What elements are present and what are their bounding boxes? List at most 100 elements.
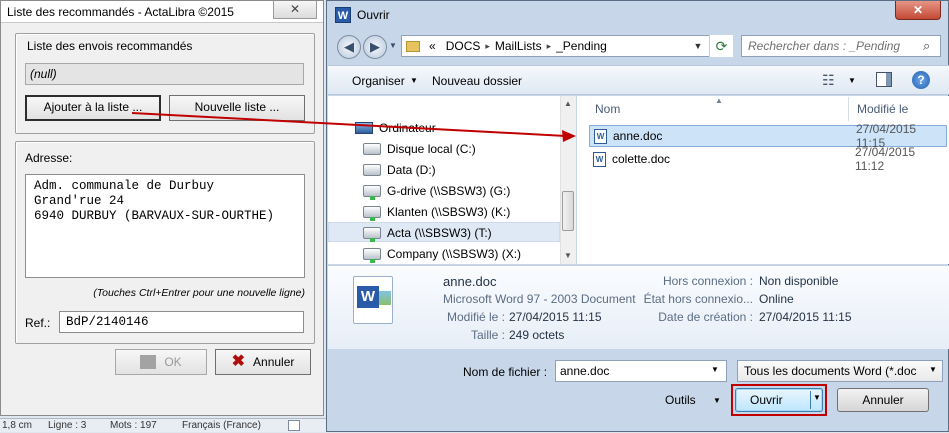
preview-pane-bar [886,73,891,86]
file-name: colette.doc [612,152,671,166]
back-arrow-icon[interactable]: ◀ [337,35,361,59]
nav-item-label: Company (\\SBSW3) (X:) [387,247,522,261]
column-header-modified[interactable]: Modifié le [857,102,908,116]
file-row-anne[interactable]: W anne.doc 27/04/2015 11:15 [589,122,947,150]
nav-item-label: G-drive (\\SBSW3) (G:) [387,184,511,198]
toolbar: Organiser ▼ Nouveau dossier ☷ ▼ ? [328,65,949,95]
detail-size-label: Taille : [470,328,505,342]
column-divider[interactable] [848,97,849,121]
breadcrumb-pending[interactable]: _Pending [551,39,612,53]
file-row-colette[interactable]: W colette.doc 27/04/2015 11:12 [589,145,947,173]
filename-input[interactable]: anne.doc [555,360,727,382]
word-icon: W [335,7,351,23]
views-icon[interactable]: ☷ [822,72,835,89]
open-chevron-down-icon[interactable]: ▼ [813,393,821,402]
cancel-x-icon: ✖ [231,353,246,370]
detail-modified-value: 27/04/2015 11:15 [509,310,602,324]
filetype-chevron-down-icon[interactable]: ▼ [929,365,937,374]
open-split-divider [810,391,811,409]
ok-icon [140,355,157,369]
forward-arrow-icon[interactable]: ▶ [363,35,387,59]
nav-item-company[interactable]: Company (\\SBSW3) (X:) [363,247,522,263]
recent-chevron-down-icon[interactable]: ▼ [389,41,397,50]
filename-chevron-down-icon[interactable]: ▼ [711,365,719,374]
dialog-close-button[interactable]: ✕ [895,1,941,20]
detail-filename: anne.doc [443,274,497,289]
list-value-field: (null) [25,63,304,85]
word-status-bar: 1,8 cm Ligne : 3 Mots : 197 Français (Fr… [0,418,326,432]
open-dialog: W Ouvrir ✕ ◀ ▶ ▼ « DOCS ▸ MailLists ▸ _P… [326,0,949,432]
breadcrumb-overflow[interactable]: « [424,39,441,53]
word-doc-icon: W [594,128,607,144]
ref-input[interactable]: BdP/2140146 [59,311,304,333]
word-doc-icon: W [593,151,606,167]
detail-modified-label: Modifié le : [446,310,505,324]
detail-offline-label: Hors connexion : [662,274,753,288]
newline-hint: (Touches Ctrl+Entrer pour une nouvelle l… [93,287,305,299]
nav-item-label: Data (D:) [387,163,436,177]
column-header-name[interactable]: Nom [595,102,620,116]
filename-label: Nom de fichier : [463,365,548,379]
address-chevron-down-icon[interactable]: ▼ [689,35,707,57]
nav-item-klanten[interactable]: Klanten (\\SBSW3) (K:) [363,205,511,221]
search-icon[interactable]: ⌕ [923,38,930,54]
tools-menu[interactable]: Outils [665,393,696,407]
nav-item-label: Acta (\\SBSW3) (T:) [387,226,492,240]
new-list-button[interactable]: Nouvelle liste ... [169,95,305,121]
nav-item-label: Klanten (\\SBSW3) (K:) [387,205,511,219]
document-picture-icon [379,291,391,305]
scroll-up-icon[interactable]: ▲ [564,99,572,108]
nav-item-local-disk[interactable]: Disque local (C:) [363,142,476,156]
nav-item-label: Ordinateur [379,121,436,135]
cancel-button[interactable]: ✖ Annuler [215,349,311,375]
address-label: Adresse: [23,151,75,165]
add-to-list-button[interactable]: Ajouter à la liste ... [25,95,161,121]
search-input[interactable]: Rechercher dans : _Pending [741,35,941,57]
file-modified: 27/04/2015 11:12 [855,145,916,173]
nav-item-acta[interactable]: Acta (\\SBSW3) (T:) [363,226,492,242]
dialog-title: Ouvrir [357,8,390,22]
nav-scroll-thumb[interactable] [562,191,574,231]
network-drive-icon [363,227,381,242]
help-icon[interactable]: ? [912,71,930,89]
drive-icon [363,143,381,155]
nav-scrollbar[interactable] [560,96,576,264]
status-language[interactable]: Français (France) [182,419,261,433]
detail-created-value: 27/04/2015 11:15 [759,310,852,324]
filetype-select[interactable]: Tous les documents Word (*.doc [737,360,943,382]
breadcrumb-maillists[interactable]: MailLists [490,39,547,53]
tools-chevron-down-icon[interactable]: ▼ [713,396,721,405]
status-line: Ligne : 3 [48,420,87,431]
address-textarea[interactable]: Adm. communale de Durbuy Grand'rue 24 69… [25,174,305,278]
dialog-titlebar: W Ouvrir [335,7,390,23]
nav-item-data[interactable]: Data (D:) [363,163,436,177]
close-button[interactable]: ✕ [273,1,317,19]
scroll-down-icon[interactable]: ▼ [564,251,572,260]
refresh-icon[interactable]: ⟳ [709,35,733,57]
detail-offline-state-value: Online [759,292,794,306]
ref-label: Ref.: [25,316,51,330]
detail-filetype: Microsoft Word 97 - 2003 Document [443,292,636,306]
organize-chevron-down-icon[interactable]: ▼ [410,76,418,85]
nav-item-computer[interactable]: Ordinateur [355,121,436,135]
nav-item-g-drive[interactable]: G-drive (\\SBSW3) (G:) [363,184,511,200]
new-folder-button[interactable]: Nouveau dossier [432,74,522,88]
sort-up-icon: ▲ [715,96,723,105]
dialog-cancel-button[interactable]: Annuler [837,388,929,412]
drive-icon [363,164,381,176]
network-drive-icon [363,185,381,200]
organize-menu[interactable]: Organiser [352,74,405,88]
ok-button[interactable]: OK [115,349,207,375]
layout-icon[interactable] [288,420,300,431]
computer-icon [355,122,373,134]
breadcrumb-docs[interactable]: DOCS [441,39,486,53]
network-drive-icon [363,206,381,221]
views-chevron-down-icon[interactable]: ▼ [848,76,856,85]
ok-label: OK [164,355,182,369]
status-words: Mots : 197 [110,420,157,431]
address-bar[interactable]: « DOCS ▸ MailLists ▸ _Pending [401,35,733,57]
actalibra-window: Liste des recommandés - ActaLibra ©2015 … [0,0,324,416]
file-name: anne.doc [613,129,663,143]
folder-icon [406,40,420,52]
detail-offline-state-label: État hors connexio... [643,292,753,306]
